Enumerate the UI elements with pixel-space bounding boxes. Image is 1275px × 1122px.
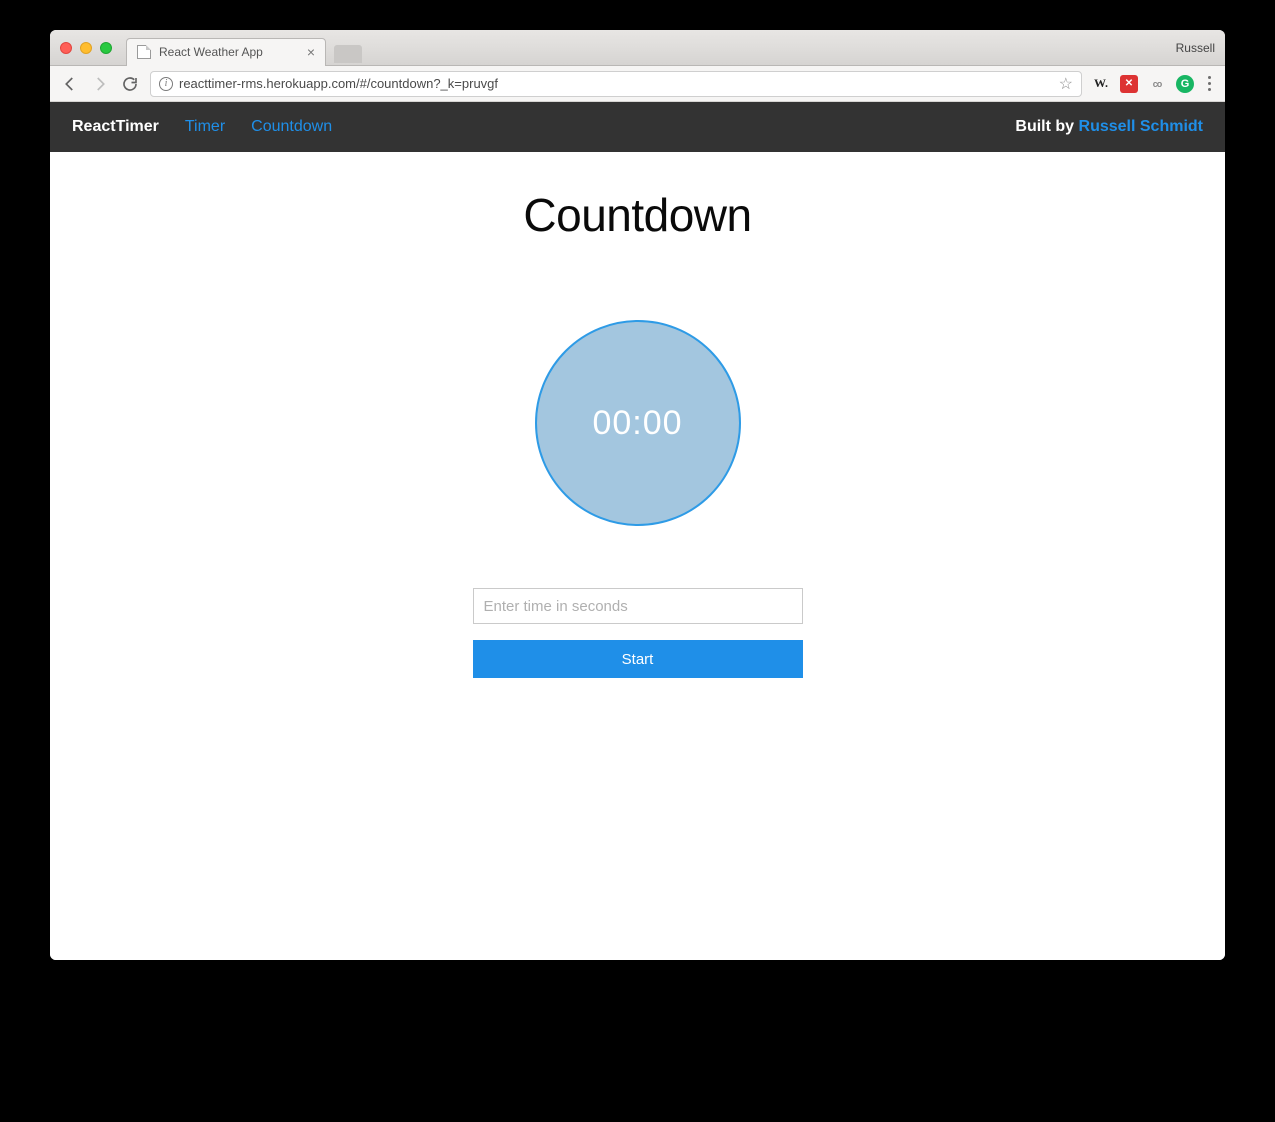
url-text: reacttimer-rms.herokuapp.com/#/countdown…: [179, 76, 498, 91]
clock-face: 00:00: [535, 320, 741, 526]
close-window-button[interactable]: [60, 42, 72, 54]
page-icon: [137, 45, 151, 59]
brand-title: ReactTimer: [72, 118, 159, 136]
nav-link-timer[interactable]: Timer: [185, 118, 225, 136]
window-controls: [60, 42, 112, 54]
reload-button[interactable]: [120, 74, 140, 94]
back-button[interactable]: [60, 74, 80, 94]
built-by: Built by Russell Schmidt: [1015, 118, 1203, 136]
start-button[interactable]: Start: [473, 640, 803, 678]
address-bar: i reacttimer-rms.herokuapp.com/#/countdo…: [50, 66, 1225, 102]
profile-name[interactable]: Russell: [1176, 41, 1215, 55]
seconds-input[interactable]: [473, 588, 803, 624]
clock-time: 00:00: [592, 404, 682, 443]
extension-co-icon[interactable]: co: [1148, 75, 1166, 93]
tab-title: React Weather App: [159, 45, 263, 59]
forward-button[interactable]: [90, 74, 110, 94]
extension-grammarly-icon[interactable]: G: [1176, 75, 1194, 93]
titlebar: React Weather App × Russell: [50, 30, 1225, 66]
close-tab-icon[interactable]: ×: [307, 44, 315, 60]
countdown-form: Start: [473, 588, 803, 678]
countdown-page: Countdown 00:00 Start: [50, 152, 1225, 960]
minimize-window-button[interactable]: [80, 42, 92, 54]
app-navbar: ReactTimer Timer Countdown Built by Russ…: [50, 102, 1225, 152]
nav-link-countdown[interactable]: Countdown: [251, 118, 332, 136]
page-title: Countdown: [523, 188, 751, 242]
bookmark-star-icon[interactable]: ☆: [1059, 74, 1073, 94]
site-info-icon[interactable]: i: [159, 77, 173, 91]
page-content: ReactTimer Timer Countdown Built by Russ…: [50, 102, 1225, 960]
extension-red-icon[interactable]: ✕: [1120, 75, 1138, 93]
author-link[interactable]: Russell Schmidt: [1079, 118, 1203, 135]
url-input[interactable]: i reacttimer-rms.herokuapp.com/#/countdo…: [150, 71, 1082, 97]
extension-w-icon[interactable]: W.: [1092, 75, 1110, 93]
extension-icons: W. ✕ co G: [1092, 75, 1215, 93]
built-by-prefix: Built by: [1015, 118, 1078, 135]
browser-tab[interactable]: React Weather App ×: [126, 38, 326, 66]
new-tab-button[interactable]: [334, 45, 362, 63]
browser-menu-icon[interactable]: [1204, 76, 1215, 91]
maximize-window-button[interactable]: [100, 42, 112, 54]
browser-window: React Weather App × Russell i reacttimer…: [50, 30, 1225, 960]
